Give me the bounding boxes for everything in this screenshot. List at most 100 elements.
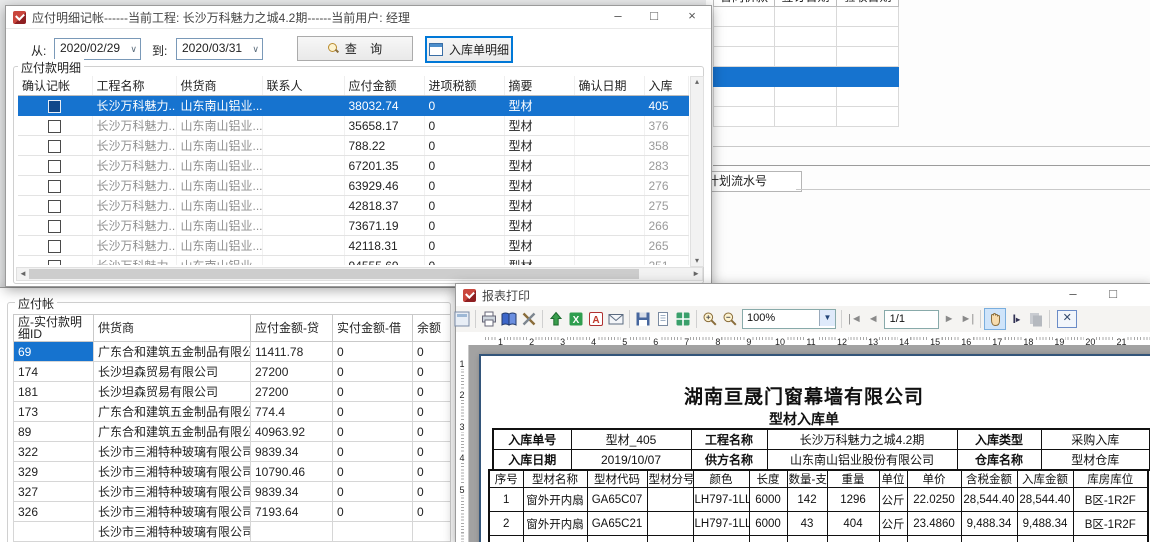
cell-debit[interactable]: 0	[333, 362, 413, 382]
selected-row[interactable]	[714, 67, 899, 87]
cell-balance[interactable]: 0	[413, 442, 451, 462]
excel-icon[interactable]: X	[566, 309, 586, 329]
column-header[interactable]: 联系人	[262, 76, 344, 96]
cell-credit[interactable]: 27200	[251, 362, 333, 382]
column-header[interactable]: 进项税额	[424, 76, 504, 96]
first-page-icon[interactable]: |◄	[848, 313, 862, 325]
cell-debit[interactable]	[333, 522, 413, 542]
confirm-checkbox[interactable]	[48, 180, 61, 193]
scroll-up-icon[interactable]: ▴	[691, 77, 703, 87]
table-row[interactable]: 长沙万科魅力... 山东南山铝业... 94555.69 0 型材 251	[18, 256, 688, 266]
cell-contact[interactable]	[262, 176, 344, 196]
cell-contact[interactable]	[262, 116, 344, 136]
scroll-down-icon[interactable]: ▾	[691, 256, 703, 266]
cell-tax[interactable]: 0	[424, 116, 504, 136]
from-date-select[interactable]: 2020/02/29∨	[54, 38, 141, 60]
cell-id[interactable]: 327	[14, 482, 94, 502]
cell-id[interactable]: 326	[14, 502, 94, 522]
column-header[interactable]: 实付金额-借	[333, 315, 413, 342]
cell-credit[interactable]: 11411.78	[251, 342, 333, 362]
column-header[interactable]: 确认记帐	[18, 76, 92, 96]
column-header[interactable]: 应付金额-贷	[251, 315, 333, 342]
cell-summary[interactable]: 型材	[504, 136, 574, 156]
column-header[interactable]: 入库	[644, 76, 688, 96]
column-header[interactable]: 工程名称	[92, 76, 176, 96]
column-header[interactable]: 供货商	[94, 315, 251, 342]
cell-inbound-no[interactable]: 376	[644, 116, 688, 136]
cell-supplier[interactable]: 长沙坦森贸易有限公司	[94, 382, 251, 402]
page-number-field[interactable]: 1/1	[884, 310, 939, 329]
table-row[interactable]	[714, 87, 899, 107]
cell-supplier[interactable]: 长沙市三湘特种玻璃有限公司	[94, 482, 251, 502]
cell-debit[interactable]: 0	[333, 422, 413, 442]
cell-supplier[interactable]: 长沙市三湘特种玻璃有限公司	[94, 502, 251, 522]
table-row[interactable]: 327 长沙市三湘特种玻璃有限公司 9839.34 0 0	[14, 482, 451, 502]
confirm-checkbox[interactable]	[48, 140, 61, 153]
cell-supplier[interactable]: 山东南山铝业...	[176, 136, 262, 156]
cell-project[interactable]: 长沙万科魅力...	[92, 116, 176, 136]
cell-amount[interactable]: 35658.17	[344, 116, 424, 136]
cell-amount[interactable]: 73671.19	[344, 216, 424, 236]
cell-debit[interactable]: 0	[333, 502, 413, 522]
table-row[interactable]: 329 长沙市三湘特种玻璃有限公司 10790.46 0 0	[14, 462, 451, 482]
table-row[interactable]: 69 广东合和建筑五金制品有限公司 11411.78 0 0	[14, 342, 451, 362]
cell-credit[interactable]: 9839.34	[251, 442, 333, 462]
cell-summary[interactable]: 型材	[504, 116, 574, 136]
table-row[interactable]: 长沙万科魅力... 山东南山铝业... 73671.19 0 型材 266	[18, 216, 688, 236]
zoom-in-icon[interactable]	[700, 309, 720, 329]
table-row[interactable]: 长沙万科魅力... 山东南山铝业... 63929.46 0 型材 276	[18, 176, 688, 196]
query-button[interactable]: 查 询	[297, 36, 413, 61]
cell-amount[interactable]: 42118.31	[344, 236, 424, 256]
tools-icon[interactable]	[519, 309, 539, 329]
horizontal-scrollbar[interactable]: ◄ ►	[16, 267, 703, 281]
scroll-left-icon[interactable]: ◄	[19, 268, 27, 279]
cell-summary[interactable]: 型材	[504, 236, 574, 256]
cell-project[interactable]: 长沙万科魅力...	[92, 216, 176, 236]
cell-supplier[interactable]: 长沙坦森贸易有限公司	[94, 362, 251, 382]
confirm-checkbox[interactable]	[48, 100, 61, 113]
cell-supplier[interactable]: 山东南山铝业...	[176, 256, 262, 266]
cell-debit[interactable]: 0	[333, 402, 413, 422]
table-row[interactable]	[714, 107, 899, 127]
cell-confirm-date[interactable]	[574, 236, 644, 256]
cell-credit[interactable]: 40963.92	[251, 422, 333, 442]
vertical-scrollbar[interactable]: ▴ ▾	[690, 76, 704, 267]
table-row[interactable]: 322 长沙市三湘特种玻璃有限公司 9839.34 0 0	[14, 442, 451, 462]
column-header[interactable]: 确认日期	[574, 76, 644, 96]
cell-balance[interactable]: 0	[413, 342, 451, 362]
next-page-icon[interactable]: ►	[944, 313, 955, 325]
cell-debit[interactable]: 0	[333, 442, 413, 462]
text-select-icon[interactable]: I▸	[1006, 309, 1026, 329]
cell-amount[interactable]: 42818.37	[344, 196, 424, 216]
preview-icon[interactable]	[452, 309, 472, 329]
cell-tax[interactable]: 0	[424, 256, 504, 266]
table-row[interactable]: 174 长沙坦森贸易有限公司 27200 0 0	[14, 362, 451, 382]
column-header[interactable]: 摘要	[504, 76, 574, 96]
print-icon[interactable]	[479, 309, 499, 329]
cell-id[interactable]: 173	[14, 402, 94, 422]
cell-supplier[interactable]: 广东合和建筑五金制品有限公司	[94, 342, 251, 362]
table-row[interactable]: 长沙万科魅力... 山东南山铝业... 42818.37 0 型材 275	[18, 196, 688, 216]
cell-credit[interactable]: 27200	[251, 382, 333, 402]
cell-contact[interactable]	[262, 216, 344, 236]
cell-debit[interactable]: 0	[333, 342, 413, 362]
cell-inbound-no[interactable]: 251	[644, 256, 688, 266]
cell-inbound-no[interactable]: 276	[644, 176, 688, 196]
cell-contact[interactable]	[262, 196, 344, 216]
table-row[interactable]: 长沙万科魅力... 山东南山铝业... 35658.17 0 型材 376	[18, 116, 688, 136]
cell-id[interactable]	[14, 522, 94, 542]
cell-project[interactable]: 长沙万科魅力...	[92, 156, 176, 176]
hand-tool-icon[interactable]	[984, 308, 1006, 330]
cell-contact[interactable]	[262, 96, 344, 116]
cell-debit[interactable]: 0	[333, 482, 413, 502]
cell-balance[interactable]: 0	[413, 502, 451, 522]
cell-supplier[interactable]: 山东南山铝业...	[176, 116, 262, 136]
table-row[interactable]: 173 广东合和建筑五金制品有限公司 774.4 0 0	[14, 402, 451, 422]
last-page-icon[interactable]: ►|	[961, 313, 975, 325]
cell-supplier[interactable]: 山东南山铝业...	[176, 156, 262, 176]
cell-summary[interactable]: 型材	[504, 156, 574, 176]
cell-confirm-date[interactable]	[574, 176, 644, 196]
cell-supplier[interactable]: 广东合和建筑五金制品有限公司	[94, 402, 251, 422]
cell-contact[interactable]	[262, 256, 344, 266]
cell-id[interactable]: 174	[14, 362, 94, 382]
